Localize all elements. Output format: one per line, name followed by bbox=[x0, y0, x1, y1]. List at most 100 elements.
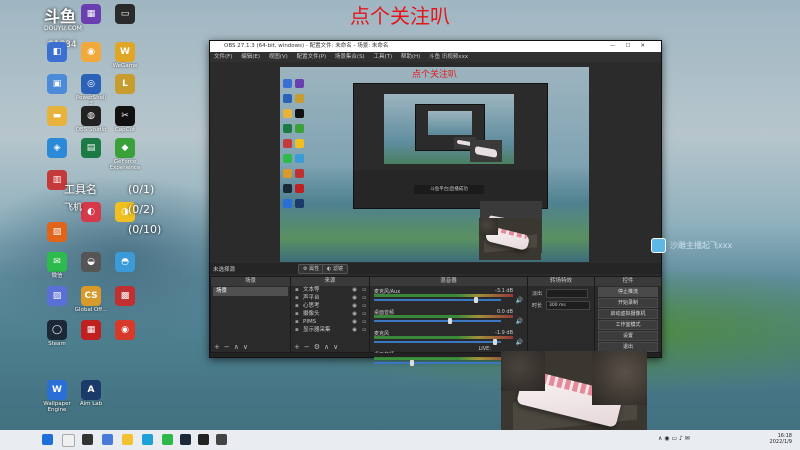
source-item[interactable]: 声平台◉▫ bbox=[291, 294, 369, 302]
source-item[interactable]: 显示器采集◉▫ bbox=[291, 326, 369, 334]
properties-button[interactable]: ⚙ 属性 bbox=[298, 264, 325, 274]
desktop-icon[interactable]: ▧ bbox=[40, 222, 74, 243]
app-icon: ▬ bbox=[47, 106, 67, 126]
desktop-icon[interactable]: ▣ bbox=[40, 74, 74, 95]
desktop-icon[interactable]: ▩ bbox=[108, 286, 142, 307]
menu-scene-collection[interactable]: 场景集合(S) bbox=[335, 54, 365, 60]
obs-window[interactable]: OBS 27.1.3 (64-bit, windows) - 配置文件: 未命名… bbox=[209, 40, 662, 367]
menu-tools[interactable]: 工具(T) bbox=[373, 54, 392, 60]
filters-button[interactable]: ◐ 滤镜 bbox=[322, 264, 348, 274]
app-taskbar-icon[interactable] bbox=[216, 434, 227, 445]
settings-button[interactable]: 设置 bbox=[598, 331, 658, 341]
preview-canvas[interactable]: 点个关注叭 斗鱼平台|直播成功 bbox=[280, 67, 589, 262]
desktop-icon[interactable]: ◎ PowerShell 3 bbox=[74, 74, 108, 107]
desktop-icon[interactable]: L bbox=[108, 74, 142, 95]
overlay-word-1: 工具名 bbox=[64, 183, 97, 196]
source-toolbar: 未选择源 ⚙ 属性 ◐ 滤镜 bbox=[210, 263, 661, 274]
lock-icon: ▫ bbox=[362, 327, 366, 333]
file-explorer-icon[interactable] bbox=[122, 434, 133, 445]
desktop-icon[interactable]: ◈ bbox=[40, 138, 74, 159]
search-icon[interactable] bbox=[62, 434, 75, 447]
obs-taskbar-icon[interactable] bbox=[198, 434, 209, 445]
app-icon: ▦ bbox=[81, 320, 101, 340]
overlay-count-1: (0/1) bbox=[128, 183, 155, 196]
stop-streaming-button[interactable]: 停止推流 bbox=[598, 287, 658, 297]
source-item[interactable]: 文本等◉▫ bbox=[291, 286, 369, 294]
source-item[interactable]: PIMS◉▫ bbox=[291, 318, 369, 326]
volume-fader[interactable] bbox=[374, 341, 501, 343]
app-icon: ◉ bbox=[115, 320, 135, 340]
eye-icon: ◉ bbox=[352, 303, 357, 309]
clock[interactable]: 16:18 2022/1/9 bbox=[770, 433, 792, 445]
fader-knob[interactable] bbox=[492, 339, 497, 345]
desktop-icon[interactable]: ✂ CapCut bbox=[108, 106, 142, 133]
app-icon: ◯ bbox=[47, 320, 67, 340]
desktop-icon[interactable]: ◧ bbox=[40, 42, 74, 63]
desktop-icon[interactable]: ▨ bbox=[40, 286, 74, 307]
menu-profile[interactable]: 配置文件(P) bbox=[297, 54, 327, 60]
desktop-icon[interactable]: CS Global Off... bbox=[74, 286, 108, 313]
fader-knob[interactable] bbox=[473, 297, 478, 303]
menu-view[interactable]: 视图(V) bbox=[269, 54, 288, 60]
lock-icon: ▫ bbox=[362, 295, 366, 301]
desktop-icon[interactable]: ▭ bbox=[108, 4, 142, 25]
edge-icon[interactable] bbox=[142, 434, 153, 445]
scenes-toolbar[interactable]: +−∧∨ bbox=[211, 343, 290, 352]
app-icon: ◆ bbox=[115, 138, 135, 158]
menu-file[interactable]: 文件(F) bbox=[214, 54, 232, 60]
desktop-icon-label: CapCut bbox=[114, 127, 136, 133]
menu-plugin[interactable]: 斗鱼 讯视频xxx bbox=[429, 54, 468, 60]
speaker-icon[interactable]: 🔊 bbox=[516, 339, 523, 346]
desktop-icon[interactable]: ◒ bbox=[74, 252, 108, 273]
chat-icon[interactable] bbox=[651, 238, 666, 253]
source-item[interactable]: 摄像头◉▫ bbox=[291, 310, 369, 318]
desktop-icon[interactable]: ◯ Steam bbox=[40, 320, 74, 347]
tray-icons[interactable]: ∧ ◉ ▭ ♪ ✉ bbox=[658, 435, 690, 442]
chrome-icon[interactable] bbox=[162, 434, 173, 445]
transition-select[interactable]: 淡出 bbox=[532, 289, 590, 298]
task-view-icon[interactable] bbox=[82, 434, 93, 445]
desktop-icon[interactable]: ▤ bbox=[74, 138, 108, 159]
desktop-icon[interactable]: ◉ bbox=[108, 320, 142, 341]
studio-mode-button[interactable]: 工作室模式 bbox=[598, 320, 658, 330]
desktop-icon[interactable]: ▦ bbox=[74, 4, 108, 25]
desktop-icon[interactable]: W WeGame bbox=[108, 42, 142, 69]
app-icon: ✉ bbox=[47, 252, 67, 272]
desktop-icon[interactable]: A Aim Lab bbox=[74, 380, 108, 407]
app-icon: ▩ bbox=[115, 286, 135, 306]
fader-knob[interactable] bbox=[410, 360, 415, 366]
volume-fader[interactable] bbox=[374, 299, 501, 301]
nested-preview bbox=[384, 94, 514, 164]
source-item[interactable]: 心思考◉▫ bbox=[291, 302, 369, 310]
sources-toolbar[interactable]: +−⚙∧∨ bbox=[291, 343, 369, 352]
desktop-icon[interactable]: ◍ OBS Studio bbox=[74, 106, 108, 133]
virtual-camera-button[interactable]: 启动虚拟摄像机 bbox=[598, 309, 658, 319]
desktop-icon[interactable]: ◆ GeForce Experience bbox=[108, 138, 142, 171]
speaker-icon[interactable]: 🔊 bbox=[516, 318, 523, 325]
menu-help[interactable]: 帮助(H) bbox=[401, 54, 420, 60]
volume-fader[interactable] bbox=[374, 320, 501, 322]
app-icon: ◈ bbox=[47, 138, 67, 158]
desktop-icon[interactable]: ◓ bbox=[108, 252, 142, 273]
speaker-icon[interactable]: 🔊 bbox=[516, 297, 523, 304]
desktop-icon[interactable]: ▦ bbox=[74, 320, 108, 341]
start-icon[interactable] bbox=[42, 434, 53, 445]
start-recording-button[interactable]: 开始录制 bbox=[598, 298, 658, 308]
desktop-icon[interactable]: W Wallpaper Engine bbox=[40, 380, 74, 413]
widgets-icon[interactable] bbox=[102, 434, 113, 445]
app-icon: W bbox=[47, 380, 67, 400]
obs-titlebar[interactable]: OBS 27.1.3 (64-bit, windows) - 配置文件: 未命名… bbox=[210, 41, 661, 52]
desktop-icon-label: GeForce Experience bbox=[109, 159, 141, 171]
desktop-icon[interactable]: ◉ bbox=[74, 42, 108, 63]
steam-icon[interactable] bbox=[180, 434, 191, 445]
transition-duration[interactable]: 时长 300 ms bbox=[532, 301, 591, 310]
desktop-icon[interactable]: ✉ 微信 bbox=[40, 252, 74, 279]
desktop-icon[interactable]: ▬ bbox=[40, 106, 74, 127]
fader-knob[interactable] bbox=[448, 318, 453, 324]
app-icon: ▧ bbox=[47, 222, 67, 242]
scene-item[interactable]: 场景 bbox=[213, 287, 288, 296]
menu-edit[interactable]: 编辑(E) bbox=[241, 54, 260, 60]
volume-fader[interactable] bbox=[374, 362, 501, 364]
window-controls[interactable]: —☐✕ bbox=[610, 41, 655, 52]
nested-preview-2 bbox=[428, 111, 472, 135]
